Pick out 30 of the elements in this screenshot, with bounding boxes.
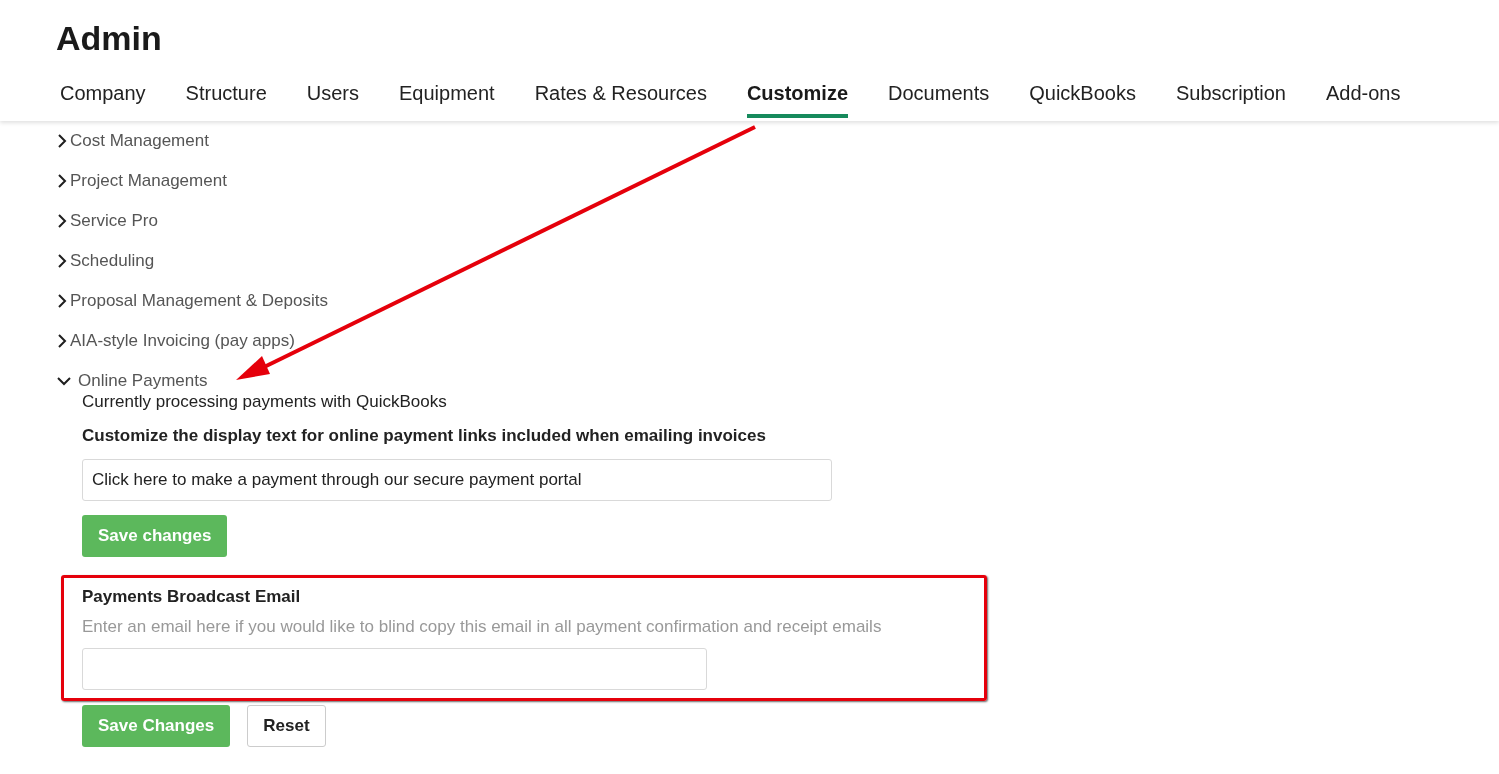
email-field[interactable] [82, 648, 707, 690]
input-field[interactable]: Click here to make a payment through our secure payment portal [82, 459, 832, 501]
section-toggle[interactable]: Project Management [56, 161, 227, 201]
chevron-right-icon [56, 293, 68, 309]
section-toggle[interactable]: Proposal Management & Deposits [56, 281, 328, 321]
nav-tab[interactable]: Company [60, 80, 146, 118]
page-title: Admin [56, 18, 163, 58]
nav-tab[interactable]: Customize [746, 80, 849, 118]
hint-text: Enter an email here if you would like to blind copy this email in all payment confirmation and receipt emails [82, 616, 883, 638]
nav-tab[interactable]: Add-ons [1326, 80, 1401, 118]
section-toggle[interactable]: AIA-style Invoicing (pay apps) [56, 321, 295, 361]
section-toggle[interactable]: Scheduling [56, 241, 155, 281]
chevron-right-icon [56, 173, 68, 189]
status-text: Currently processing payments with QuickBooks [82, 391, 448, 413]
nav-tab[interactable]: Rates & Resources [534, 80, 707, 118]
reset-button[interactable]: Reset [247, 705, 326, 747]
nav-tab[interactable]: Structure [185, 80, 267, 118]
chevron-right-icon [56, 213, 68, 229]
section-toggle[interactable]: Service Pro [56, 201, 158, 241]
chevron-right-icon [56, 253, 68, 269]
chevron-right-icon [56, 133, 68, 149]
nav-tab[interactable]: Documents [888, 80, 990, 118]
chevron-right-icon [56, 333, 68, 349]
nav-tab[interactable]: Users [306, 80, 359, 118]
section-toggle[interactable]: Cost Management [56, 121, 209, 161]
field-label: Payments Broadcast Email [82, 586, 302, 608]
nav-tab[interactable]: Equipment [399, 80, 495, 118]
nav-tab[interactable]: QuickBooks [1029, 80, 1136, 118]
nav-tab[interactable]: Subscription [1175, 80, 1286, 118]
field-label: Customize the display text for online payment links included when emailing invoices [82, 425, 767, 447]
